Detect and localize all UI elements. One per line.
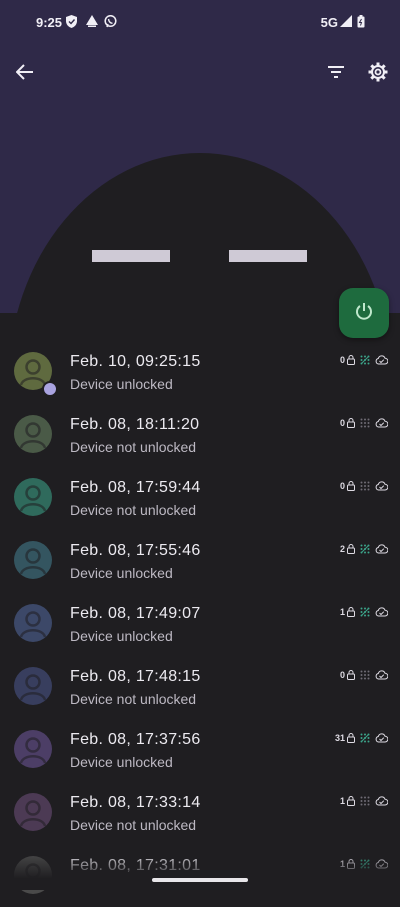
cloud-sync-icon [375, 733, 388, 743]
lock-icon [347, 481, 355, 491]
arrow-back-icon [15, 63, 34, 85]
signal-icon [340, 15, 352, 30]
list-item[interactable]: Feb. 08, 17:48:15 Device not unlocked 0 [0, 655, 400, 718]
avatar [14, 793, 52, 831]
entry-status: Device not unlocked [70, 691, 197, 707]
entry-count: 1 [339, 796, 345, 806]
entry-count: 0 [339, 481, 345, 491]
lock-icon [347, 796, 355, 806]
entry-status: Device unlocked [70, 565, 173, 581]
back-button[interactable] [7, 56, 43, 92]
entry-count: 0 [339, 670, 345, 680]
entry-timestamp: Feb. 08, 18:11:20 [70, 416, 200, 433]
entry-meta: 1 [340, 606, 388, 618]
entry-meta: 1 [340, 795, 388, 807]
face-shape [8, 153, 392, 313]
app-toolbar [0, 52, 400, 96]
shield-icon [66, 15, 77, 31]
lock-icon [347, 733, 355, 743]
list-item[interactable]: Feb. 10, 09:25:15 Device unlocked 0 [0, 340, 400, 403]
gear-icon [368, 62, 388, 87]
power-icon [355, 302, 373, 325]
list-item[interactable]: Feb. 08, 17:59:44 Device not unlocked 0 [0, 466, 400, 529]
entry-count: 1 [339, 607, 345, 617]
header-illustration [0, 0, 400, 313]
entry-meta: 0 [340, 669, 388, 681]
pattern-grid-icon [360, 481, 370, 491]
entry-timestamp: Feb. 08, 17:37:56 [70, 731, 201, 748]
cloud-sync-icon [375, 418, 388, 428]
avatar [14, 667, 52, 705]
cloud-sync-icon [375, 544, 388, 554]
list-item[interactable]: Feb. 08, 17:55:46 Device unlocked 2 [0, 529, 400, 592]
cloud-sync-icon [375, 607, 388, 617]
pattern-grid-icon [360, 733, 370, 743]
filter-button[interactable] [318, 56, 354, 92]
pattern-grid-icon [360, 544, 370, 554]
pattern-grid-icon [360, 670, 370, 680]
gesture-nav-bar[interactable] [152, 878, 248, 882]
entry-count: 31 [334, 733, 345, 743]
list-item[interactable]: Feb. 08, 17:49:07 Device unlocked 1 [0, 592, 400, 655]
lock-icon [347, 670, 355, 680]
lock-icon [347, 355, 355, 365]
entry-timestamp: Feb. 08, 17:49:07 [70, 605, 201, 622]
pattern-grid-icon [360, 796, 370, 806]
avatar [14, 478, 52, 516]
filter-icon [328, 65, 344, 83]
avatar [14, 730, 52, 768]
cloud-sync-icon [375, 355, 388, 365]
cloud-sync-icon [375, 670, 388, 680]
entry-timestamp: Feb. 08, 17:59:44 [70, 479, 201, 496]
alert-app-icon [86, 15, 98, 30]
cloud-sync-icon [375, 796, 388, 806]
left-eye [92, 250, 170, 262]
entry-meta: 2 [340, 543, 388, 555]
viber-icon [104, 14, 117, 31]
entry-timestamp: Feb. 08, 17:55:46 [70, 542, 201, 559]
lock-icon [347, 544, 355, 554]
entry-count: 2 [339, 544, 345, 554]
new-badge [42, 381, 58, 397]
power-button[interactable] [339, 288, 389, 338]
pattern-grid-icon [360, 418, 370, 428]
network-type: 5G [320, 15, 338, 30]
bottom-fade [0, 852, 400, 890]
avatar [14, 604, 52, 642]
entry-status: Device unlocked [70, 376, 173, 392]
entry-timestamp: Feb. 08, 17:33:14 [70, 794, 201, 811]
entry-meta: 0 [340, 417, 388, 429]
status-bar: 9:25 5G [0, 0, 400, 44]
lock-icon [347, 418, 355, 428]
pattern-grid-icon [360, 355, 370, 365]
entry-status: Device not unlocked [70, 439, 197, 455]
battery-icon [357, 15, 365, 31]
lock-icon [347, 607, 355, 617]
entry-count: 0 [339, 355, 345, 365]
list-item[interactable]: Feb. 08, 18:11:20 Device not unlocked 0 [0, 403, 400, 466]
list-item[interactable]: Feb. 08, 17:33:14 Device not unlocked 1 [0, 781, 400, 844]
avatar [14, 541, 52, 579]
entry-meta: 31 [335, 732, 388, 744]
entry-count: 0 [339, 418, 345, 428]
entry-meta: 0 [340, 480, 388, 492]
list-item[interactable]: Feb. 08, 17:37:56 Device unlocked 31 [0, 718, 400, 781]
entry-meta: 0 [340, 354, 388, 366]
entry-status: Device not unlocked [70, 502, 197, 518]
avatar [14, 415, 52, 453]
settings-button[interactable] [360, 56, 396, 92]
status-time: 9:25 [36, 15, 63, 30]
cloud-sync-icon [375, 481, 388, 491]
entry-status: Device unlocked [70, 628, 173, 644]
entry-timestamp: Feb. 08, 17:48:15 [70, 668, 201, 685]
pattern-grid-icon [360, 607, 370, 617]
right-eye [229, 250, 307, 262]
entry-timestamp: Feb. 10, 09:25:15 [70, 353, 201, 370]
entry-status: Device not unlocked [70, 817, 197, 833]
entry-status: Device unlocked [70, 754, 173, 770]
